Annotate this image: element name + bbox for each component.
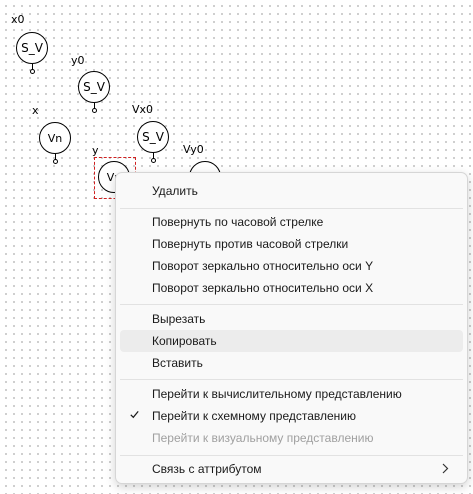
menu-item-label: Перейти к визуальному представлению <box>152 431 374 445</box>
block-y-label: y <box>92 144 99 157</box>
menu-item-label: Копировать <box>152 334 217 348</box>
menu-item-label: Поворот зеркально относительно оси X <box>152 281 374 295</box>
menu-item-go-visual: Перейти к визуальному представлению <box>120 427 463 449</box>
block-vx0-pin[interactable] <box>151 158 156 163</box>
menu-item-rotate-ccw[interactable]: Повернуть против часовой стрелки <box>120 233 463 255</box>
block-y0-circle[interactable]: S_V <box>78 71 110 103</box>
menu-item-go-schematic[interactable]: Перейти к схемному представлению <box>120 405 463 427</box>
block-x-circle[interactable]: Vn <box>39 122 71 154</box>
menu-item-paste[interactable]: Вставить <box>120 352 463 374</box>
block-y0-pin[interactable] <box>92 108 97 113</box>
menu-item-label: Вырезать <box>152 312 206 326</box>
block-x-pin[interactable] <box>53 159 58 164</box>
menu-separator <box>120 208 463 209</box>
menu-separator <box>120 379 463 380</box>
block-vx0-circle[interactable]: S_V <box>137 121 169 153</box>
chevron-right-icon <box>442 463 449 474</box>
block-x-label: x <box>32 104 39 117</box>
menu-item-label: Удалить <box>152 184 198 198</box>
menu-item-label: Связь с аттрибутом <box>152 462 262 476</box>
menu-item-copy[interactable]: Копировать <box>120 330 463 352</box>
block-vy0-label: Vy0 <box>183 143 204 156</box>
context-menu: Удалить Повернуть по часовой стрелке Пов… <box>115 172 468 484</box>
menu-item-label: Поворот зеркально относительно оси Y <box>152 259 374 273</box>
block-x0-circle[interactable]: S_V <box>16 32 48 64</box>
block-x0-pin[interactable] <box>30 69 35 74</box>
menu-item-label: Повернуть по часовой стрелке <box>152 215 324 229</box>
menu-separator <box>120 455 463 456</box>
menu-item-label: Вставить <box>152 356 203 370</box>
block-y0-label: y0 <box>71 54 85 67</box>
menu-item-mirror-y[interactable]: Поворот зеркально относительно оси Y <box>120 255 463 277</box>
menu-item-link-attribute[interactable]: Связь с аттрибутом <box>120 458 463 480</box>
block-x0-label: x0 <box>11 13 25 26</box>
menu-item-cut[interactable]: Вырезать <box>120 308 463 330</box>
menu-item-label: Перейти к схемному представлению <box>152 409 356 423</box>
menu-item-delete[interactable]: Удалить <box>120 180 463 202</box>
menu-item-label: Перейти к вычислительному представлению <box>152 387 402 401</box>
block-vx0-label: Vx0 <box>132 103 154 116</box>
checkmark-icon <box>130 411 139 419</box>
menu-separator <box>120 304 463 305</box>
menu-item-rotate-cw[interactable]: Повернуть по часовой стрелке <box>120 211 463 233</box>
menu-item-go-computational[interactable]: Перейти к вычислительному представлению <box>120 383 463 405</box>
menu-item-label: Повернуть против часовой стрелки <box>152 237 349 251</box>
menu-item-mirror-x[interactable]: Поворот зеркально относительно оси X <box>120 277 463 299</box>
